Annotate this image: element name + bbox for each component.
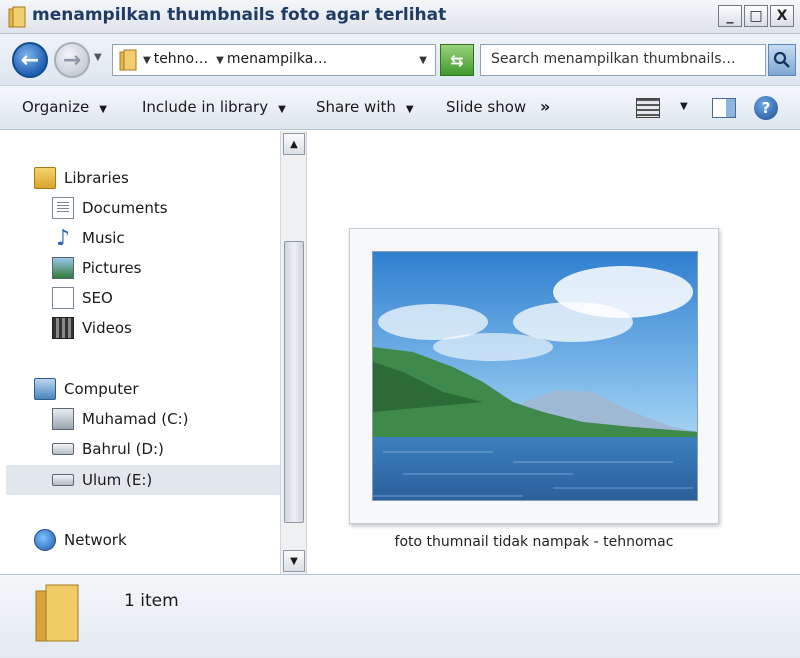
maximize-button[interactable]: □	[744, 5, 768, 27]
arrow-right-icon: →	[62, 47, 82, 73]
close-button[interactable]: X	[770, 5, 794, 27]
nav-item-drive-d[interactable]: Bahrul (D:)	[52, 436, 164, 462]
pictures-icon	[52, 257, 74, 279]
libraries-icon	[34, 167, 56, 189]
address-dropdown[interactable]: ▼	[419, 55, 427, 66]
forward-button[interactable]: →	[54, 42, 90, 78]
music-icon: ♪	[55, 225, 71, 251]
file-name-label[interactable]: foto thumnail tidak nampak - tehnomac	[349, 534, 719, 550]
hard-drive-icon	[52, 474, 74, 486]
folder-icon	[35, 584, 79, 642]
details-pane: 1 item	[0, 574, 800, 658]
command-bar: Organize ▼ Include in library ▼ Share with…	[0, 86, 800, 130]
organize-button[interactable]: Organize ▼	[22, 98, 107, 116]
window-title: menampilkan thumbnails foto agar terliha…	[32, 5, 447, 25]
navigation-scrollbar[interactable]: ▲ ▼	[280, 131, 306, 574]
breadcrumb: ▼ tehno… ▼ menampilka…	[143, 51, 327, 67]
nav-item-videos[interactable]: Videos	[52, 315, 132, 341]
scroll-down-button[interactable]: ▼	[283, 550, 305, 572]
nav-item-drive-c[interactable]: Muhamad (C:)	[52, 406, 188, 432]
refresh-button[interactable]: ⇆	[440, 44, 474, 76]
nav-item-network[interactable]: Network	[34, 527, 127, 553]
computer-icon	[34, 378, 56, 400]
address-row: ← → ▼ ▼ tehno… ▼ menampilka… ▼ ⇆ Search me…	[0, 34, 800, 86]
title-bar: menampilkan thumbnails foto agar terliha…	[0, 0, 800, 34]
file-thumbnail[interactable]	[349, 228, 719, 524]
share-with-button[interactable]: Share with ▼	[316, 98, 414, 116]
change-view-icon[interactable]	[636, 98, 660, 118]
landscape-image	[373, 252, 697, 500]
breadcrumb-item[interactable]: ▼ menampilka…	[216, 51, 327, 67]
back-button[interactable]: ←	[12, 42, 48, 78]
more-commands-button[interactable]: »	[540, 97, 550, 116]
refresh-icon: ⇆	[450, 50, 464, 70]
nav-item-libraries[interactable]: Libraries	[34, 165, 129, 191]
chevron-down-icon: ▼	[405, 104, 414, 115]
minimize-button[interactable]: _	[718, 5, 742, 27]
scroll-thumb[interactable]	[284, 241, 304, 523]
search-icon	[773, 51, 790, 68]
nav-item-pictures[interactable]: Pictures	[52, 255, 141, 281]
library-icon	[52, 287, 74, 309]
include-in-library-button[interactable]: Include in library ▼	[142, 98, 286, 116]
chevron-down-icon: ▼	[216, 55, 224, 66]
breadcrumb-item[interactable]: ▼ tehno…	[143, 51, 208, 67]
chevron-down-icon: ▼	[99, 104, 107, 115]
window-controls: _ □ X	[718, 5, 794, 27]
folder-icon	[8, 6, 26, 28]
search-button[interactable]	[768, 44, 796, 76]
folder-icon	[119, 49, 137, 71]
preview-pane-icon[interactable]	[712, 98, 736, 118]
help-icon[interactable]: ?	[754, 96, 778, 120]
navigation-pane: Libraries Documents ♪ Music Pictures SEO…	[0, 131, 306, 574]
hard-drive-icon	[52, 443, 74, 455]
photo-thumbnail-image	[372, 251, 698, 501]
scroll-up-button[interactable]: ▲	[283, 133, 305, 155]
search-placeholder: Search menampilkan thumbnails…	[491, 51, 736, 67]
arrow-left-icon: ←	[20, 47, 40, 73]
chevron-down-icon: ▼	[278, 104, 286, 115]
nav-item-seo[interactable]: SEO	[52, 285, 113, 311]
chevron-down-icon: ▼	[143, 55, 151, 66]
search-input[interactable]: Search menampilkan thumbnails…	[480, 44, 766, 76]
network-icon	[34, 529, 56, 551]
address-bar[interactable]: ▼ tehno… ▼ menampilka… ▼	[112, 44, 436, 76]
nav-item-drive-e[interactable]: Ulum (E:)	[52, 467, 152, 493]
slide-show-button[interactable]: Slide show	[446, 98, 526, 116]
item-count: 1 item	[124, 591, 179, 611]
videos-icon	[52, 317, 74, 339]
recent-pages-dropdown[interactable]: ▼	[94, 52, 102, 63]
file-list: foto thumnail tidak nampak - tehnomac	[306, 131, 800, 574]
system-drive-icon	[52, 408, 74, 430]
nav-item-music[interactable]: ♪ Music	[52, 225, 125, 251]
nav-item-computer[interactable]: Computer	[34, 376, 139, 402]
view-options-dropdown[interactable]: ▼	[680, 101, 688, 112]
documents-icon	[52, 197, 74, 219]
nav-item-documents[interactable]: Documents	[52, 195, 168, 221]
